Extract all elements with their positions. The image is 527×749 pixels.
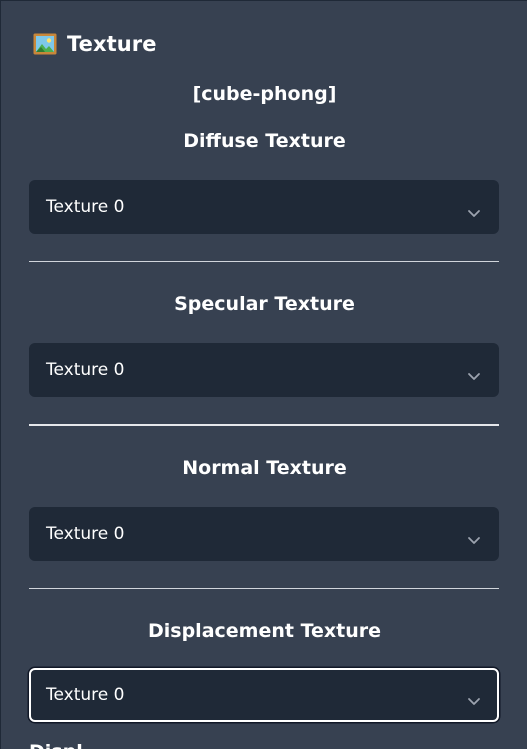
next-section-label-cutoff: Displ bbox=[29, 741, 83, 749]
framed-picture-icon bbox=[33, 33, 57, 55]
diffuse-texture-select[interactable]: Texture 0 bbox=[29, 180, 499, 234]
material-name: [cube-phong] bbox=[192, 83, 337, 105]
section-divider bbox=[29, 424, 499, 426]
chevron-down-icon bbox=[467, 530, 481, 544]
texture-panel: Texture [cube-phong] Diffuse Texture Tex… bbox=[0, 0, 527, 749]
specular-texture-select[interactable]: Texture 0 bbox=[29, 343, 499, 397]
displacement-texture-select[interactable]: Texture 0 bbox=[29, 668, 499, 722]
chevron-down-icon bbox=[467, 366, 481, 380]
section-divider bbox=[29, 261, 499, 262]
section-divider bbox=[29, 588, 499, 589]
specular-texture-value: Texture 0 bbox=[46, 360, 125, 380]
diffuse-texture-title: Diffuse Texture bbox=[183, 130, 346, 152]
panel-title: Texture bbox=[67, 32, 157, 56]
displacement-texture-value: Texture 0 bbox=[46, 685, 125, 705]
displacement-texture-title: Displacement Texture bbox=[147, 620, 382, 642]
specular-texture-title: Specular Texture bbox=[174, 293, 355, 315]
normal-texture-select[interactable]: Texture 0 bbox=[29, 507, 499, 561]
diffuse-texture-value: Texture 0 bbox=[46, 197, 125, 217]
panel-header: Texture bbox=[33, 30, 157, 58]
normal-texture-title: Normal Texture bbox=[182, 457, 347, 479]
chevron-down-icon bbox=[467, 203, 481, 217]
chevron-down-icon bbox=[467, 691, 481, 705]
normal-texture-value: Texture 0 bbox=[46, 524, 125, 544]
